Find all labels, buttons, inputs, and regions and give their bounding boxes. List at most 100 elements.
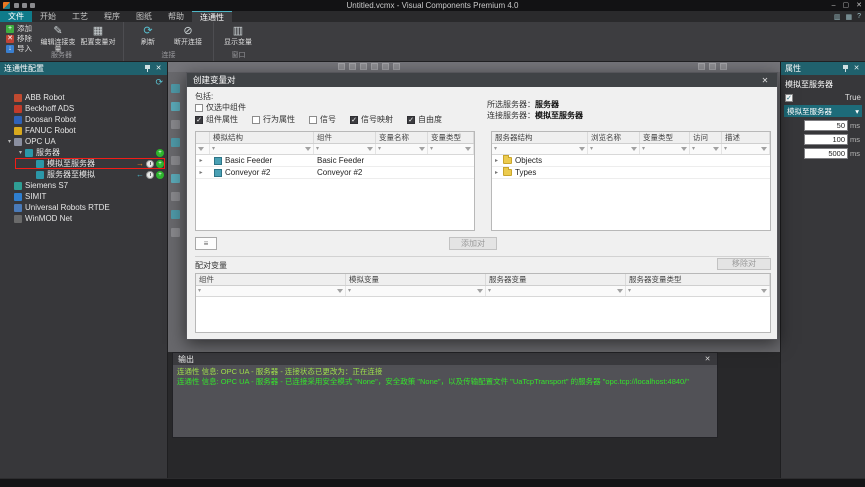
tree-item-simit[interactable]: SIMIT — [0, 191, 167, 202]
viewport-tool-icon[interactable] — [349, 63, 356, 70]
pin-icon[interactable] — [144, 64, 151, 73]
column-header[interactable]: 变量名称 — [376, 132, 428, 143]
close-button[interactable]: ✕ — [856, 0, 862, 11]
close-panel-icon[interactable]: ✕ — [703, 355, 712, 363]
tree-refresh-icon[interactable]: ⟳ — [155, 78, 163, 87]
checkbox-signals[interactable]: 信号 — [309, 114, 336, 125]
maximize-button[interactable]: ▢ — [843, 0, 850, 11]
column-header[interactable]: 服务器结构 — [492, 132, 588, 143]
dialog-title-bar[interactable]: 创建变量对 ✕ — [187, 73, 777, 87]
grid-icon[interactable]: ▦ — [845, 13, 852, 21]
column-filter[interactable]: ▾ — [690, 144, 722, 154]
viewport-tool-icon[interactable] — [698, 63, 705, 70]
tab-help[interactable]: 帮助 — [160, 11, 192, 22]
table-row[interactable]: ▸ Conveyor #2 Conveyor #2 — [196, 167, 474, 179]
viewport-tool-icon[interactable] — [393, 63, 400, 70]
column-filter[interactable]: ▾ — [314, 144, 376, 154]
interval-field[interactable]: 50 — [804, 119, 848, 131]
dialog-close-icon[interactable]: ✕ — [759, 76, 771, 85]
checkbox-icon[interactable]: ✓ — [785, 93, 793, 102]
column-filter[interactable]: ▾ — [626, 286, 770, 296]
tab-process[interactable]: 工艺 — [64, 11, 96, 22]
column-header[interactable]: 描述 — [722, 132, 770, 143]
tree-item-siemens[interactable]: Siemens S7 — [0, 180, 167, 191]
column-header[interactable]: 组件 — [196, 274, 346, 285]
close-panel-icon[interactable]: ✕ — [852, 62, 861, 75]
column-header[interactable]: 模拟结构 — [210, 132, 314, 143]
tree-item-server-to-sim[interactable]: 服务器至模拟 ← + — [0, 169, 167, 180]
viewport-rail-icon[interactable] — [171, 84, 180, 93]
viewport-rail-icon[interactable] — [171, 210, 180, 219]
column-filter[interactable]: ▾ — [486, 286, 626, 296]
viewport-rail-icon[interactable] — [171, 138, 180, 147]
expander-icon[interactable]: ▸ — [495, 167, 502, 179]
layout-icon[interactable]: ▥ — [834, 13, 841, 21]
viewport-rail-icon[interactable] — [171, 102, 180, 111]
column-header[interactable]: 服务器变量 — [486, 274, 626, 285]
tab-home[interactable]: 开始 — [32, 11, 64, 22]
column-header[interactable]: 模拟变量 — [346, 274, 486, 285]
column-filter[interactable]: ▾ — [492, 144, 588, 154]
pin-icon[interactable] — [842, 64, 849, 73]
column-header[interactable]: 变量类型 — [640, 132, 690, 143]
column-header[interactable]: 服务器变量类型 — [626, 274, 770, 285]
viewport-tool-icon[interactable] — [709, 63, 716, 70]
column-filter[interactable]: ▾ — [210, 144, 314, 154]
tree-item-abb[interactable]: ABB Robot — [0, 92, 167, 103]
expander-icon[interactable]: ▾ — [5, 138, 14, 145]
expander-icon[interactable]: ▾ — [16, 149, 25, 156]
column-filter[interactable]: ▾ — [722, 144, 770, 154]
column-filter[interactable]: ▾ — [428, 144, 474, 154]
interval-field[interactable]: 100 — [804, 133, 848, 145]
column-header[interactable]: 访问 — [690, 132, 722, 143]
viewport-rail-icon[interactable] — [171, 156, 180, 165]
tree-item-server[interactable]: ▾ 服务器 + — [0, 147, 167, 158]
tab-drawing[interactable]: 图纸 — [128, 11, 160, 22]
viewport-rail-icon[interactable] — [171, 174, 180, 183]
expander-icon[interactable]: ▸ — [200, 155, 207, 167]
table-row[interactable]: ▸ Types — [492, 167, 770, 179]
viewport-rail-icon[interactable] — [171, 228, 180, 237]
tree-item-doosan[interactable]: Doosan Robot — [0, 114, 167, 125]
column-filter[interactable]: ▾ — [346, 286, 486, 296]
add-pair-button[interactable]: 添加对 — [449, 237, 497, 250]
column-filter[interactable]: ▾ — [640, 144, 690, 154]
viewport-rail-icon[interactable] — [171, 192, 180, 201]
checkbox-degrees-of-freedom[interactable]: ✓ 自由度 — [407, 114, 442, 125]
table-row[interactable]: ▸ Basic Feeder Basic Feeder — [196, 155, 474, 167]
tree-item-fanuc[interactable]: FANUC Robot — [0, 125, 167, 136]
remove-server-button[interactable]: ✕ 移除 — [4, 34, 34, 43]
list-edit-button[interactable]: ≡ — [195, 237, 217, 250]
close-panel-icon[interactable]: ✕ — [154, 62, 163, 75]
connection-dropdown[interactable]: 模拟至服务器 ▾ — [784, 105, 862, 117]
viewport-rail-icon[interactable] — [171, 120, 180, 129]
column-filter[interactable]: ▾ — [588, 144, 640, 154]
viewport-tool-icon[interactable] — [360, 63, 367, 70]
timeout-field[interactable]: 5000 — [804, 147, 848, 159]
output-log[interactable]: 连通性 信息: OPC UA - 服务器 - 连接状态已更改为：正在连接 连通性… — [173, 365, 717, 389]
help-icon[interactable]: ? — [857, 13, 861, 20]
viewport-tool-icon[interactable] — [371, 63, 378, 70]
tree-item-ur-rtde[interactable]: Universal Robots RTDE — [0, 202, 167, 213]
expander-icon[interactable]: ▸ — [200, 167, 207, 179]
checkbox-component-properties[interactable]: ✓ 组件属性 — [195, 114, 238, 125]
tree-item-sim-to-server[interactable]: 模拟至服务器 → + — [0, 158, 167, 169]
tab-file[interactable]: 文件 — [0, 11, 32, 22]
table-row[interactable]: ▸ Objects — [492, 155, 770, 167]
tree-item-winmod[interactable]: WinMOD Net — [0, 213, 167, 224]
tab-program[interactable]: 程序 — [96, 11, 128, 22]
column-filter[interactable]: ▾ — [376, 144, 428, 154]
viewport-tool-icon[interactable] — [720, 63, 727, 70]
tree-item-opcua[interactable]: ▾ OPC UA — [0, 136, 167, 147]
column-header[interactable]: 组件 — [314, 132, 376, 143]
viewport-tool-icon[interactable] — [382, 63, 389, 70]
add-server-button[interactable]: + 添加 — [4, 24, 34, 33]
checkbox-signal-mapping[interactable]: ✓ 信号映射 — [350, 114, 393, 125]
checkbox-selected-components-only[interactable]: 仅选中组件 — [195, 102, 246, 113]
column-filter[interactable] — [196, 144, 210, 154]
viewport-tool-icon[interactable] — [338, 63, 345, 70]
checkbox-behaviour-properties[interactable]: 行为属性 — [252, 114, 295, 125]
tree-item-beckhoff[interactable]: Beckhoff ADS — [0, 103, 167, 114]
expander-icon[interactable]: ▸ — [495, 155, 502, 167]
column-header[interactable]: 变量类型 — [428, 132, 474, 143]
